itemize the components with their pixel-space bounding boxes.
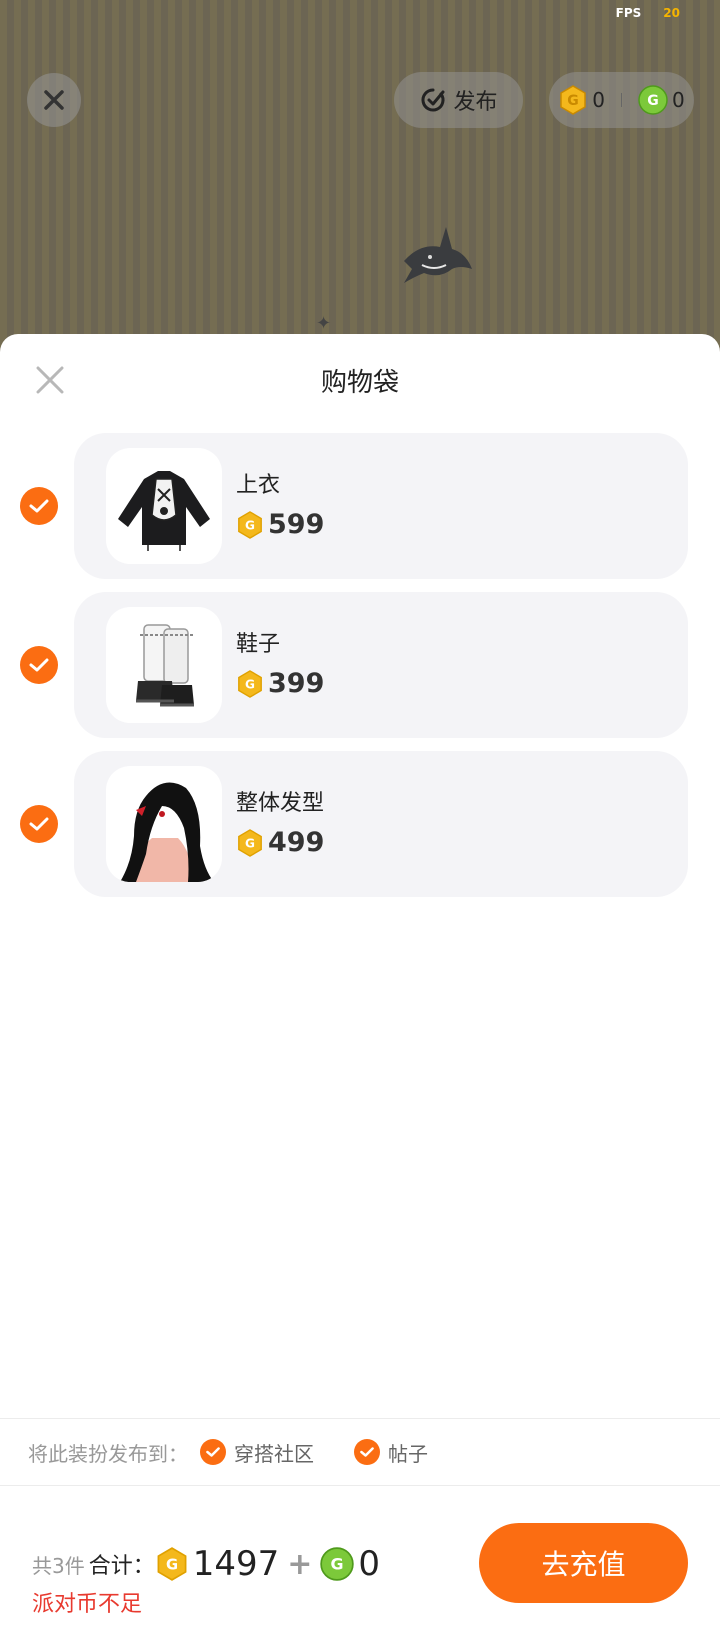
item-price-value: 499 [268, 827, 325, 858]
plus-sign: + [287, 1546, 313, 1582]
hairstyle-icon [120, 782, 214, 882]
item-card[interactable]: 整体发型 G 499 [74, 751, 688, 897]
item-thumbnail [106, 766, 222, 882]
svg-text:G: G [245, 677, 255, 691]
check-icon [29, 817, 49, 831]
svg-text:G: G [647, 93, 659, 109]
check-icon [206, 1447, 220, 1457]
gold-coin-icon: G [157, 1547, 187, 1581]
checkout-bar: 共3件 合计： G 1497 + G 0 派对币不足 去充值 [0, 1486, 720, 1640]
shopping-bag-sheet: 购物袋 上衣 G 599 鞋子 G 399 整体发型 G 499 将此装扮发布到… [0, 334, 720, 1640]
total-label: 合计： [88, 1554, 155, 1579]
recharge-button[interactable]: 去充值 [479, 1523, 688, 1603]
svg-text:G: G [245, 518, 255, 532]
item-thumbnail [106, 607, 222, 723]
item-checkbox[interactable] [20, 487, 58, 525]
check-icon [29, 499, 49, 513]
item-card[interactable]: 鞋子 G 399 [74, 592, 688, 738]
boots-icon [136, 624, 194, 707]
green-balance: 0 [672, 88, 685, 112]
publish-option-community[interactable]: 穿搭社区 [200, 1438, 314, 1467]
sheet-title: 购物袋 [320, 368, 399, 398]
item-price-value: 399 [268, 668, 325, 699]
close-icon [44, 90, 64, 110]
publish-to-label: 将此装扮发布到： [28, 1441, 188, 1466]
gold-coin-icon: G [238, 669, 262, 698]
fps-counter: FPS 20 [616, 6, 680, 20]
currency-balance[interactable]: G 0 G 0 [549, 72, 694, 128]
item-name: 整体发型 [236, 791, 325, 816]
publish-icon [421, 88, 445, 112]
publish-option-post[interactable]: 帖子 [354, 1438, 428, 1467]
item-price-value: 599 [268, 509, 325, 540]
svg-text:G: G [331, 1555, 344, 1574]
green-total: 0 [358, 1544, 381, 1584]
item-card[interactable]: 上衣 G 599 [74, 433, 688, 579]
svg-text:G: G [568, 93, 580, 109]
cart-item[interactable]: 整体发型 G 499 [0, 751, 720, 897]
item-price: G 399 [236, 668, 324, 699]
gold-coin-icon: G [238, 828, 262, 857]
fps-label: FPS [615, 6, 642, 20]
gold-coin-icon: G [560, 85, 587, 115]
gold-coin-icon: G [238, 510, 262, 539]
check-icon [29, 658, 49, 672]
option-label: 穿搭社区 [234, 1441, 314, 1466]
option-label: 帖子 [388, 1441, 428, 1466]
item-price: G 499 [236, 827, 324, 858]
item-name: 鞋子 [236, 632, 281, 657]
fps-value: 20 [663, 6, 680, 20]
svg-text:G: G [166, 1557, 178, 1574]
option-checkbox[interactable] [354, 1439, 380, 1465]
publish-to-row: 将此装扮发布到： 穿搭社区 帖子 [0, 1418, 720, 1486]
balance-divider [621, 93, 622, 107]
item-name: 上衣 [236, 473, 281, 498]
publish-button[interactable]: 发布 [394, 72, 523, 128]
item-thumbnail [106, 448, 222, 564]
item-price: G 599 [236, 509, 324, 540]
green-coin-icon: G [638, 85, 668, 115]
gold-balance: 0 [592, 88, 605, 112]
cart-item[interactable]: 上衣 G 599 [0, 433, 720, 579]
cart-item[interactable]: 鞋子 G 399 [0, 592, 720, 738]
item-checkbox[interactable] [20, 805, 58, 843]
option-checkbox[interactable] [200, 1439, 226, 1465]
game-scene-background [0, 0, 720, 360]
shark-avatar-icon [404, 227, 472, 283]
green-coin-icon: G [320, 1547, 355, 1581]
svg-text:G: G [245, 836, 255, 850]
close-scene-button[interactable] [27, 73, 81, 127]
sparkle-icon: ✦ [316, 313, 332, 334]
jacket-icon [118, 471, 210, 551]
gold-total: 1497 [192, 1544, 280, 1584]
insufficient-warning: 派对币不足 [32, 1592, 143, 1617]
item-checkbox[interactable] [20, 646, 58, 684]
publish-label: 发布 [453, 90, 498, 115]
total-summary: 共3件 合计： G 1497 + G 0 [32, 1544, 380, 1584]
item-count: 共3件 [32, 1553, 85, 1578]
check-icon [360, 1447, 374, 1457]
